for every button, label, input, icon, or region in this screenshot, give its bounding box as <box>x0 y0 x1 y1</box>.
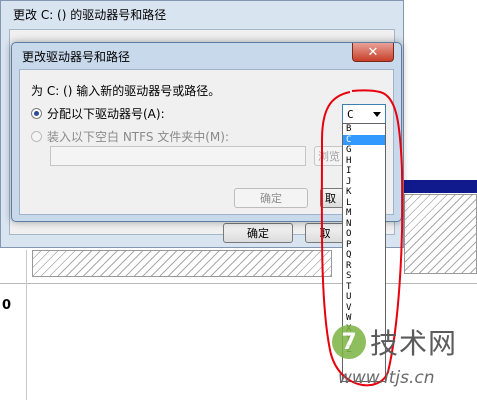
instruction-text: 为 C: () 输入新的驱动器号或路径。 <box>31 84 221 98</box>
leaf-logo-icon: 7 <box>332 325 366 359</box>
parent-cancel-button[interactable]: 取 <box>305 223 345 243</box>
dialog-title: 更改驱动器号和路径 <box>22 49 131 64</box>
mount-folder-radio <box>31 131 42 142</box>
drive-letter-option[interactable]: H <box>343 156 385 167</box>
drive-letter-option[interactable]: L <box>343 198 385 209</box>
drive-letter-option[interactable]: P <box>343 240 385 251</box>
divider <box>0 283 477 284</box>
chevron-down-icon[interactable] <box>373 112 381 117</box>
ok-button: 确定 <box>234 188 308 208</box>
disk-partition-bar <box>404 180 477 193</box>
drive-letter-option[interactable]: M <box>343 208 385 219</box>
drive-letter-option[interactable]: C <box>343 134 385 145</box>
mount-folder-label: 装入以下空白 NTFS 文件夹中(M): <box>47 130 230 144</box>
watermark: 7 技术网 <box>332 322 457 362</box>
divider-vertical <box>26 250 27 400</box>
volume-hatch-area <box>32 250 332 277</box>
disk-number: 0 <box>2 298 12 313</box>
drive-letter-option[interactable]: R <box>343 261 385 272</box>
parent-ok-button[interactable]: 确定 <box>223 223 293 243</box>
assign-letter-radio[interactable] <box>31 108 42 119</box>
parent-window-title: 更改 C: () 的驱动器号和路径 <box>13 7 167 22</box>
disk-partition-hatch <box>404 194 477 274</box>
mount-folder-option: 装入以下空白 NTFS 文件夹中(M): <box>31 128 229 145</box>
drive-letter-option[interactable]: Q <box>343 250 385 261</box>
drive-letter-option[interactable]: I <box>343 166 385 177</box>
drive-letter-option[interactable]: J <box>343 177 385 188</box>
drive-letter-option[interactable]: N <box>343 219 385 230</box>
close-button[interactable]: ✕ <box>352 43 394 62</box>
close-icon: ✕ <box>367 44 379 60</box>
watermark-text: 技术网 <box>370 327 458 360</box>
assign-letter-option[interactable]: 分配以下驱动器号(A): <box>31 105 165 122</box>
drive-letter-option[interactable]: S <box>343 271 385 282</box>
drive-letter-option[interactable]: K <box>343 187 385 198</box>
browse-button: 浏览 <box>314 146 344 166</box>
drive-letter-option[interactable]: O <box>343 229 385 240</box>
folder-path-input <box>50 146 306 166</box>
drive-letter-option[interactable]: B <box>343 124 385 135</box>
drive-letter-value: C <box>347 107 354 121</box>
drive-letter-option[interactable]: G <box>343 145 385 156</box>
drive-letter-option[interactable]: V <box>343 303 385 314</box>
assign-letter-label: 分配以下驱动器号(A): <box>47 107 165 121</box>
dialog-body: 为 C: () 输入新的驱动器号或路径。 分配以下驱动器号(A): 装入以下空白… <box>19 69 394 215</box>
drive-letter-select[interactable]: C <box>342 104 386 124</box>
drive-letter-option[interactable]: T <box>343 282 385 293</box>
watermark-url: www.itjs.cn <box>338 368 435 388</box>
drive-letter-option[interactable]: U <box>343 292 385 303</box>
